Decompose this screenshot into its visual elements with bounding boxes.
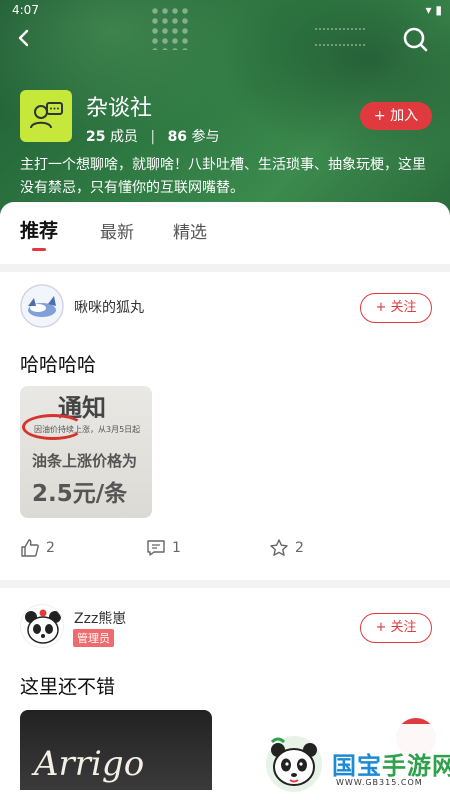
group-header: 4:07 ▾ ▮ 杂谈社 25 成员 | 86 参与 + 加入 主打一个想聊啥，…: [0, 0, 450, 215]
like-button[interactable]: 2: [20, 538, 55, 560]
star-icon: [270, 539, 288, 556]
author-name[interactable]: 啾咪的狐丸: [74, 297, 144, 317]
post-actions: 2 1 2: [0, 538, 450, 560]
favorite-count: 2: [295, 540, 304, 556]
members-count: 25: [86, 129, 106, 145]
comment-icon: [147, 540, 165, 556]
tab-latest[interactable]: 最新: [100, 218, 134, 243]
post-title[interactable]: 哈哈哈哈: [20, 350, 96, 377]
tab-featured[interactable]: 精选: [173, 218, 207, 243]
back-button[interactable]: [12, 26, 36, 50]
avatar[interactable]: [20, 604, 64, 648]
follow-button[interactable]: + 关注: [360, 613, 432, 643]
neon-sign-text: Arrigo: [34, 744, 145, 784]
watermark-url: WWW.GB315.COM: [336, 778, 423, 787]
search-button[interactable]: [402, 26, 428, 52]
group-avatar: [20, 90, 72, 142]
participants-label: 参与: [191, 129, 220, 145]
search-icon: [403, 27, 428, 52]
avatar[interactable]: [20, 284, 64, 328]
divider: [0, 580, 450, 588]
favorite-button[interactable]: 2: [269, 538, 304, 560]
like-count: 2: [46, 540, 55, 556]
panda-logo-icon: [266, 736, 322, 792]
battery-icon: ▮: [435, 3, 442, 17]
participants-count: 86: [167, 129, 188, 145]
post-title[interactable]: 这里还不错: [20, 672, 115, 699]
join-button[interactable]: + 加入: [360, 102, 432, 130]
fox-avatar-icon: [20, 284, 64, 328]
post-image[interactable]: Arrigo: [20, 710, 212, 790]
post-image[interactable]: 通知 因油价持续上涨，从3月5日起 油条上涨价格为 2.5元/条: [20, 386, 152, 518]
author-name[interactable]: Zzz熊崽: [74, 608, 126, 628]
group-description: 主打一个想聊啥，就聊啥！八卦吐槽、生活琐事、抽象玩梗，这里没有禁忌，只有懂你的互…: [20, 157, 426, 196]
thumbs-up-icon: [21, 539, 39, 557]
follow-button[interactable]: + 关注: [360, 293, 432, 323]
watermark-title-a: 国宝: [332, 752, 382, 780]
wave-pattern-decoration: [315, 28, 365, 46]
chat-user-icon: [30, 102, 63, 129]
status-time: 4:07: [12, 3, 39, 17]
header-decoration: [220, 0, 450, 160]
notice-line-2: 2.5元/条: [32, 481, 128, 507]
group-stats: 25 成员 | 86 参与: [86, 126, 220, 146]
post-card[interactable]: 啾咪的狐丸 + 关注 哈哈哈哈 通知 因油价持续上涨，从3月5日起 油条上涨价格…: [0, 272, 450, 580]
status-bar: 4:07 ▾ ▮: [0, 0, 450, 22]
feed-panel: 推荐 最新 精选 啾咪的狐丸 + 关注 哈哈哈哈 通知 因油价持续上涨，从3月5…: [0, 202, 450, 800]
tab-bar: 推荐 最新 精选: [0, 202, 450, 258]
back-arrow-icon: [18, 29, 29, 47]
panda-avatar-icon: [22, 606, 63, 647]
comment-count: 1: [172, 540, 181, 556]
admin-badge: 管理员: [73, 629, 114, 647]
wifi-icon: ▾: [425, 3, 432, 17]
watermark-title-b: 手游网: [382, 752, 450, 780]
divider: [0, 264, 450, 272]
notice-line-1: 油条上涨价格为: [32, 452, 138, 470]
comment-button[interactable]: 1: [146, 538, 181, 560]
status-icons: ▾ ▮: [426, 3, 442, 17]
watermark-title: 国宝手游网: [332, 746, 450, 781]
site-watermark: 国宝手游网 WWW.GB315.COM: [248, 724, 450, 800]
members-label: 成员: [109, 129, 138, 145]
tab-recommended[interactable]: 推荐: [20, 216, 58, 243]
notice-image: 通知 因油价持续上涨，从3月5日起 油条上涨价格为 2.5元/条: [20, 386, 152, 518]
group-name: 杂谈社: [86, 96, 153, 121]
stats-separator: |: [150, 129, 156, 145]
neon-sign-photo: Arrigo: [20, 710, 212, 790]
notice-subtext: 因油价持续上涨，从3月5日起: [34, 425, 141, 434]
active-tab-indicator: [32, 248, 46, 251]
